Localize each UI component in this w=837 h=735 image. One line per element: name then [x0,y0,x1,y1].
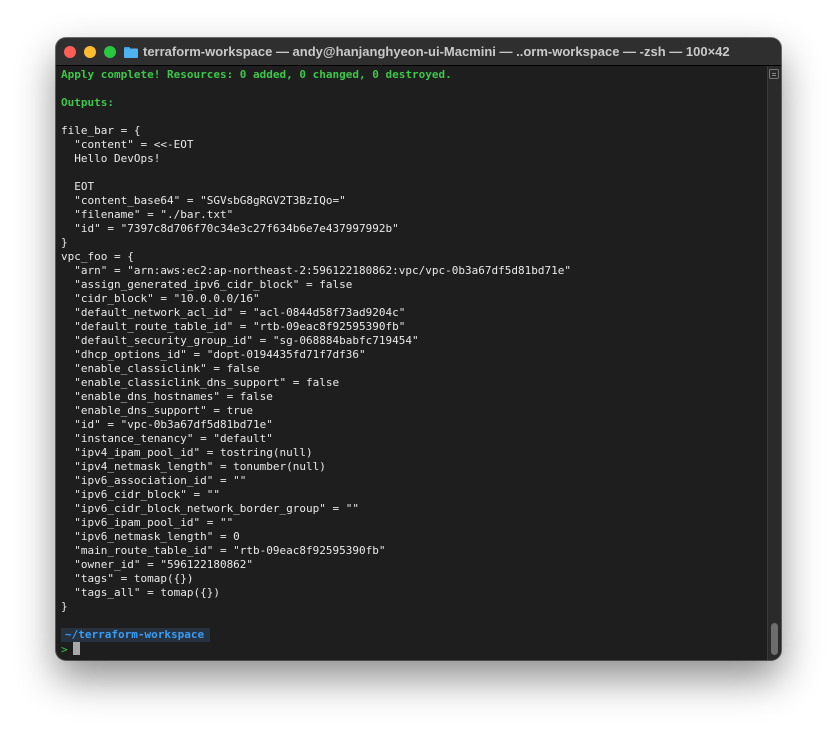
output-line: "tags" = tomap({}) [61,572,194,585]
output-line: "arn" = "arn:aws:ec2:ap-northeast-2:5961… [61,264,571,277]
minimize-button[interactable] [84,46,96,58]
output-line: "dhcp_options_id" = "dopt-0194435fd71f7d… [61,348,366,361]
output-line: "ipv6_netmask_length" = 0 [61,530,240,543]
zoom-button[interactable] [104,46,116,58]
prompt-path-line: ~/terraform-workspace [61,628,766,642]
output-line: "cidr_block" = "10.0.0.0/16" [61,292,260,305]
output-line: "id" = "vpc-0b3a67df5d81bd71e" [61,418,273,431]
outputs-label: Outputs: [61,96,114,109]
output-line: "filename" = "./bar.txt" [61,208,234,221]
output-line: "enable_classiclink_dns_support" = false [61,376,340,389]
prompt-path: ~/terraform-workspace [61,628,211,642]
output-line: "content_base64" = "SGVsbG8gRGV2T3BzIQo=… [61,194,346,207]
output-line: "ipv6_cidr_block_network_border_group" =… [61,502,360,515]
output-block: file_bar = { "content" = <<-EOT Hello De… [61,124,766,614]
output-line: "enable_dns_support" = true [61,404,254,417]
window-title: terraform-workspace — andy@hanjanghyeon-… [143,44,730,59]
terminal-window: terraform-workspace — andy@hanjanghyeon-… [56,38,781,660]
output-line: "instance_tenancy" = "default" [61,432,273,445]
output-line: } [61,600,68,613]
output-line: "content" = <<-EOT [61,138,194,151]
output-line: "main_route_table_id" = "rtb-09eac8f9259… [61,544,386,557]
folder-icon [124,47,138,58]
output-line: "ipv6_ipam_pool_id" = "" [61,516,234,529]
output-line: vpc_foo = { [61,250,134,263]
terminal-content[interactable]: Apply complete! Resources: 0 added, 0 ch… [61,68,766,656]
output-line: "enable_classiclink" = false [61,362,260,375]
output-line: "ipv6_association_id" = "" [61,474,247,487]
output-line: "enable_dns_hostnames" = false [61,390,273,403]
output-line: EOT [61,180,95,193]
output-line: "default_route_table_id" = "rtb-09eac8f9… [61,320,406,333]
text-cursor [72,642,80,655]
scroll-menu-icon[interactable] [769,69,779,79]
window-title-container: terraform-workspace — andy@hanjanghyeon-… [124,38,730,66]
prompt-symbol: > [61,643,68,656]
output-line: "ipv4_ipam_pool_id" = tostring(null) [61,446,313,459]
output-line: "owner_id" = "596122180862" [61,558,254,571]
scrollbar-track[interactable] [767,66,781,660]
prompt-line[interactable]: > [61,642,766,656]
output-line: "id" = "7397c8d706f70c34e3c27f634b6e7e43… [61,222,399,235]
scrollbar-thumb[interactable] [771,623,778,655]
output-line: "ipv4_netmask_length" = tonumber(null) [61,460,326,473]
output-line: Hello DevOps! [61,152,161,165]
output-line: "default_security_group_id" = "sg-068884… [61,334,419,347]
output-line: } [61,236,68,249]
output-line: "default_network_acl_id" = "acl-0844d58f… [61,306,406,319]
title-bar: terraform-workspace — andy@hanjanghyeon-… [56,38,781,66]
output-line: "assign_generated_ipv6_cidr_block" = fal… [61,278,353,291]
output-line: file_bar = { [61,124,141,137]
output-line: "tags_all" = tomap({}) [61,586,220,599]
apply-complete-line: Apply complete! Resources: 0 added, 0 ch… [61,68,452,81]
output-line: "ipv6_cidr_block" = "" [61,488,220,501]
close-button[interactable] [64,46,76,58]
